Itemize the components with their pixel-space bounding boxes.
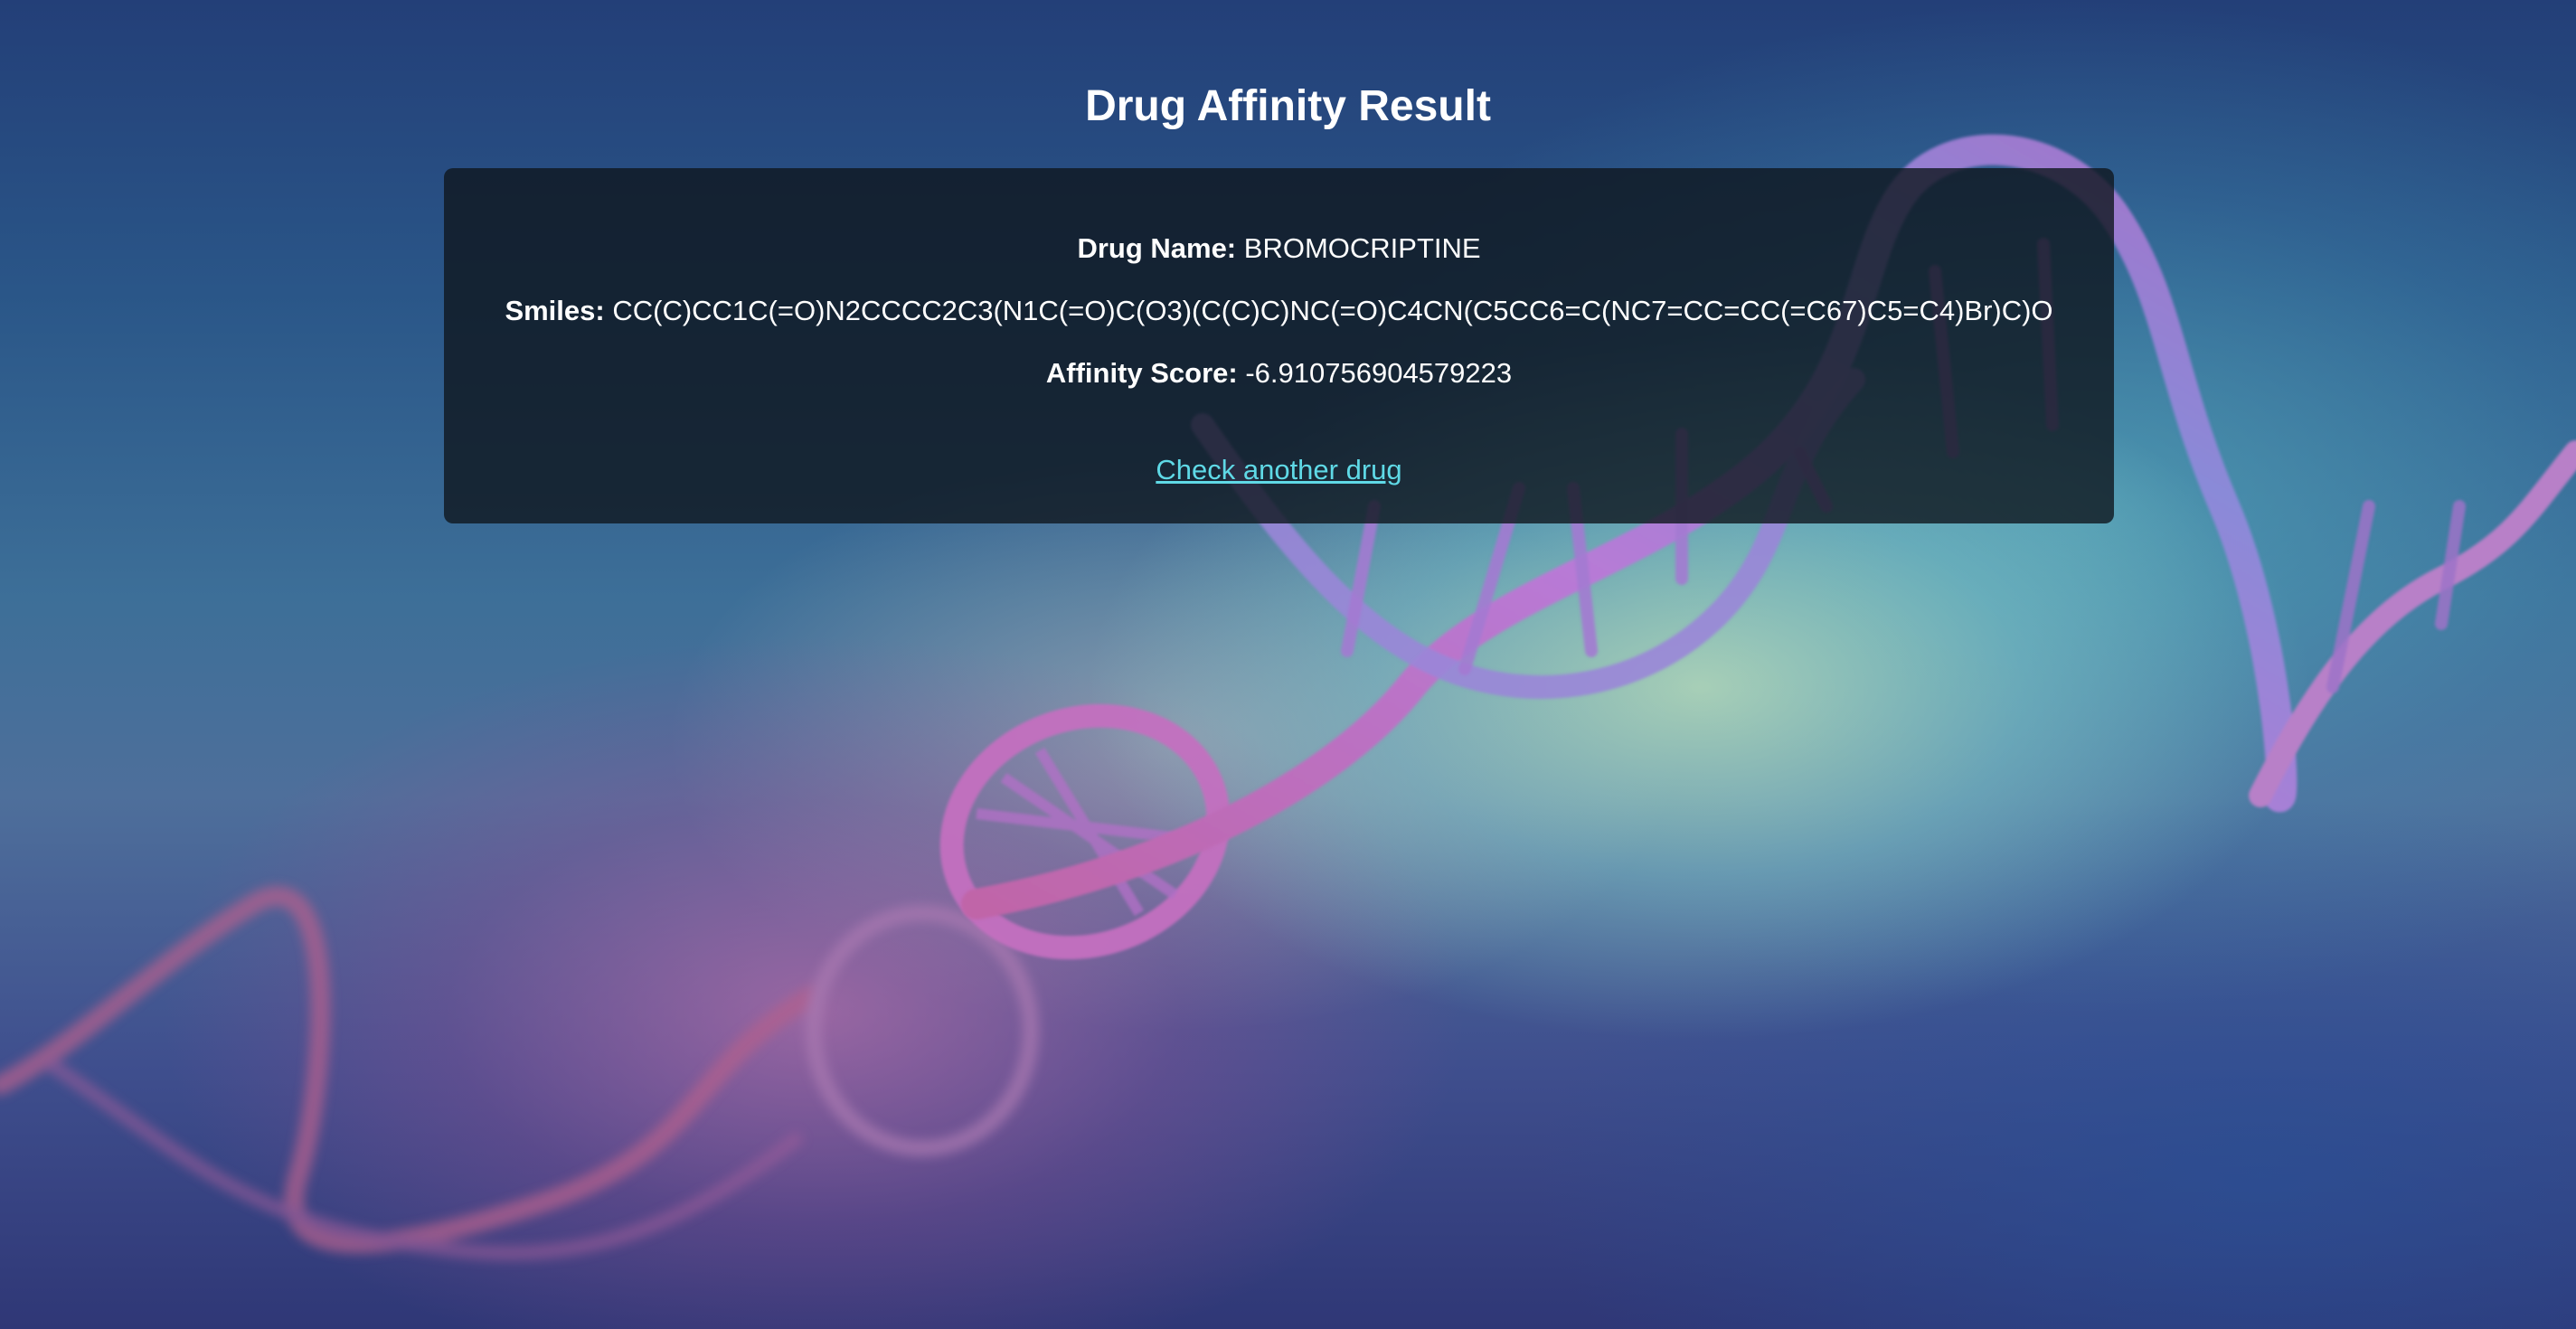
smiles-value: CC(C)CC1C(=O)N2CCCC2C3(N1C(=O)C(O3)(C(C)… xyxy=(612,295,2053,326)
page-title: Drug Affinity Result xyxy=(1085,82,1491,130)
affinity-score-row: Affinity Score: -6.910756904579223 xyxy=(444,355,2114,391)
drug-name-value: BROMOCRIPTINE xyxy=(1243,232,1481,264)
check-another-drug-link[interactable]: Check another drug xyxy=(1156,454,1401,485)
affinity-score-label: Affinity Score: xyxy=(1045,357,1238,389)
drug-name-row: Drug Name: BROMOCRIPTINE xyxy=(444,231,2114,267)
drug-name-label: Drug Name: xyxy=(1077,232,1237,264)
smiles-label: Smiles: xyxy=(505,295,605,326)
smiles-row: Smiles: CC(C)CC1C(=O)N2CCCC2C3(N1C(=O)C(… xyxy=(444,293,2114,329)
check-another-row: Check another drug xyxy=(444,452,2114,488)
affinity-score-value: -6.910756904579223 xyxy=(1245,357,1513,389)
result-card: Drug Name: BROMOCRIPTINE Smiles: CC(C)CC… xyxy=(444,168,2114,523)
